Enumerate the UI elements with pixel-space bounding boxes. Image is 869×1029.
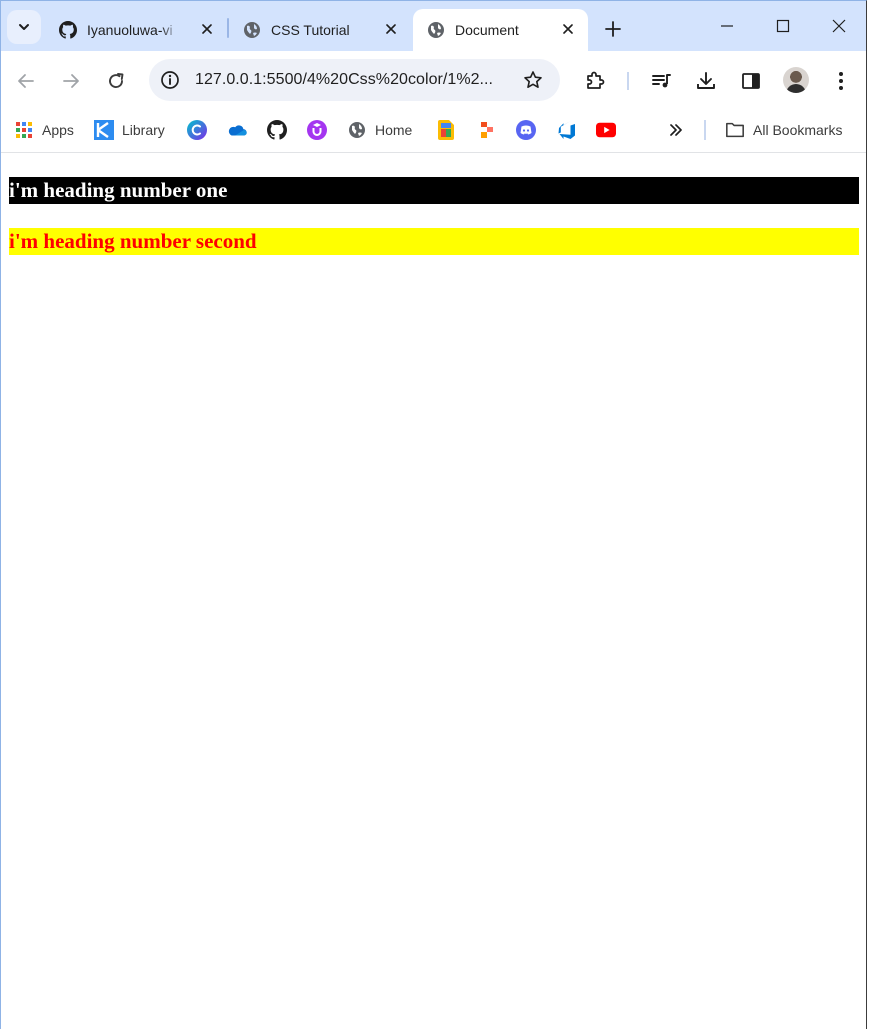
close-window-button[interactable] <box>811 1 866 51</box>
bookmark-github[interactable] <box>267 118 287 142</box>
apps-grid-icon <box>14 120 34 140</box>
more-bookmarks-button[interactable] <box>666 118 686 142</box>
tab-title: Iyanuoluwa-vi <box>87 22 173 38</box>
site-info-icon[interactable] <box>159 69 181 91</box>
bookmark-youtube[interactable] <box>596 118 616 142</box>
close-icon <box>832 19 846 33</box>
media-control-icon[interactable] <box>648 68 674 94</box>
download-icon[interactable] <box>693 68 719 94</box>
tab-document-active[interactable]: Document <box>413 9 588 51</box>
bookmark-azure-devops[interactable] <box>557 118 577 142</box>
library-icon <box>94 120 114 140</box>
bookmark-udemy[interactable] <box>307 118 327 142</box>
bookmark-discord[interactable] <box>516 118 536 142</box>
close-tab-button[interactable] <box>381 19 401 39</box>
plus-icon <box>605 21 621 37</box>
address-bar[interactable]: 127.0.0.1:5500/4%20Css%20color/1%2... <box>149 59 560 101</box>
youtube-icon <box>596 120 616 140</box>
close-icon <box>386 24 396 34</box>
bookmark-label: Library <box>122 122 165 138</box>
browser-window: Iyanuoluwa-vi CSS Tutorial Document 127.… <box>0 0 867 1029</box>
bookmark-label: Apps <box>42 122 74 138</box>
new-tab-button[interactable] <box>599 15 627 43</box>
bookmark-label: Home <box>375 122 413 138</box>
page-viewport: i'm heading number one i'm heading numbe… <box>1 153 866 1029</box>
toolbar-divider <box>627 72 629 90</box>
arrow-right-icon <box>63 74 79 88</box>
bookmark-onedrive[interactable] <box>227 118 247 142</box>
onedrive-icon <box>227 120 247 140</box>
heading-two: i'm heading number second <box>9 228 859 255</box>
tab-github[interactable]: Iyanuoluwa-vi <box>45 9 227 51</box>
maximize-button[interactable] <box>755 1 811 51</box>
minimize-icon <box>721 25 733 27</box>
azure-devops-icon <box>557 120 577 140</box>
back-button[interactable] <box>10 65 42 97</box>
minimize-button[interactable] <box>699 1 755 51</box>
github-icon <box>267 120 287 140</box>
bookmark-canva[interactable] <box>187 118 207 142</box>
forward-button[interactable] <box>55 65 87 97</box>
tab-search-button[interactable] <box>7 10 41 44</box>
url-text[interactable]: 127.0.0.1:5500/4%20Css%20color/1%2... <box>195 71 509 89</box>
google-keep-icon <box>436 120 456 140</box>
all-bookmarks-button[interactable]: All Bookmarks <box>725 118 842 142</box>
globe-icon <box>243 21 261 39</box>
tab-css-tutorial[interactable]: CSS Tutorial <box>229 9 411 51</box>
bookmarks-divider <box>704 120 706 140</box>
more-options-icon[interactable] <box>828 68 854 94</box>
bookmark-apps[interactable]: Apps <box>14 118 74 142</box>
discord-icon <box>516 120 536 140</box>
maximize-icon <box>776 19 790 33</box>
close-tab-button[interactable] <box>558 19 578 39</box>
tab-title: Document <box>455 22 519 38</box>
github-icon <box>59 21 77 39</box>
bookmarks-bar: Apps Library Home All Bookmarks <box>1 111 866 153</box>
extensions-icon[interactable] <box>582 68 608 94</box>
bookmark-library[interactable]: Library <box>94 118 165 142</box>
bookmark-star-icon[interactable] <box>522 69 544 91</box>
side-panel-icon[interactable] <box>738 68 764 94</box>
tab-title: CSS Tutorial <box>271 22 350 38</box>
tab-strip: Iyanuoluwa-vi CSS Tutorial Document <box>1 1 866 51</box>
close-icon <box>202 24 212 34</box>
udemy-icon <box>307 120 327 140</box>
reload-button[interactable] <box>100 65 132 97</box>
bookmark-figma[interactable] <box>477 118 497 142</box>
heading-one: i'm heading number one <box>9 177 859 204</box>
bookmark-google-keep[interactable] <box>436 118 456 142</box>
figma-icon <box>477 120 497 140</box>
globe-icon <box>347 120 367 140</box>
reload-icon <box>109 73 124 88</box>
globe-icon <box>427 21 445 39</box>
profile-avatar[interactable] <box>783 67 809 93</box>
chevron-down-icon <box>19 24 29 30</box>
bookmark-label: All Bookmarks <box>753 122 843 138</box>
arrow-left-icon <box>18 74 34 88</box>
double-chevron-right-icon <box>666 120 686 140</box>
folder-icon <box>725 120 745 140</box>
bookmark-home[interactable]: Home <box>347 118 412 142</box>
close-tab-button[interactable] <box>197 19 217 39</box>
close-icon <box>563 24 573 34</box>
browser-toolbar: 127.0.0.1:5500/4%20Css%20color/1%2... <box>1 51 866 111</box>
canva-icon <box>187 120 207 140</box>
